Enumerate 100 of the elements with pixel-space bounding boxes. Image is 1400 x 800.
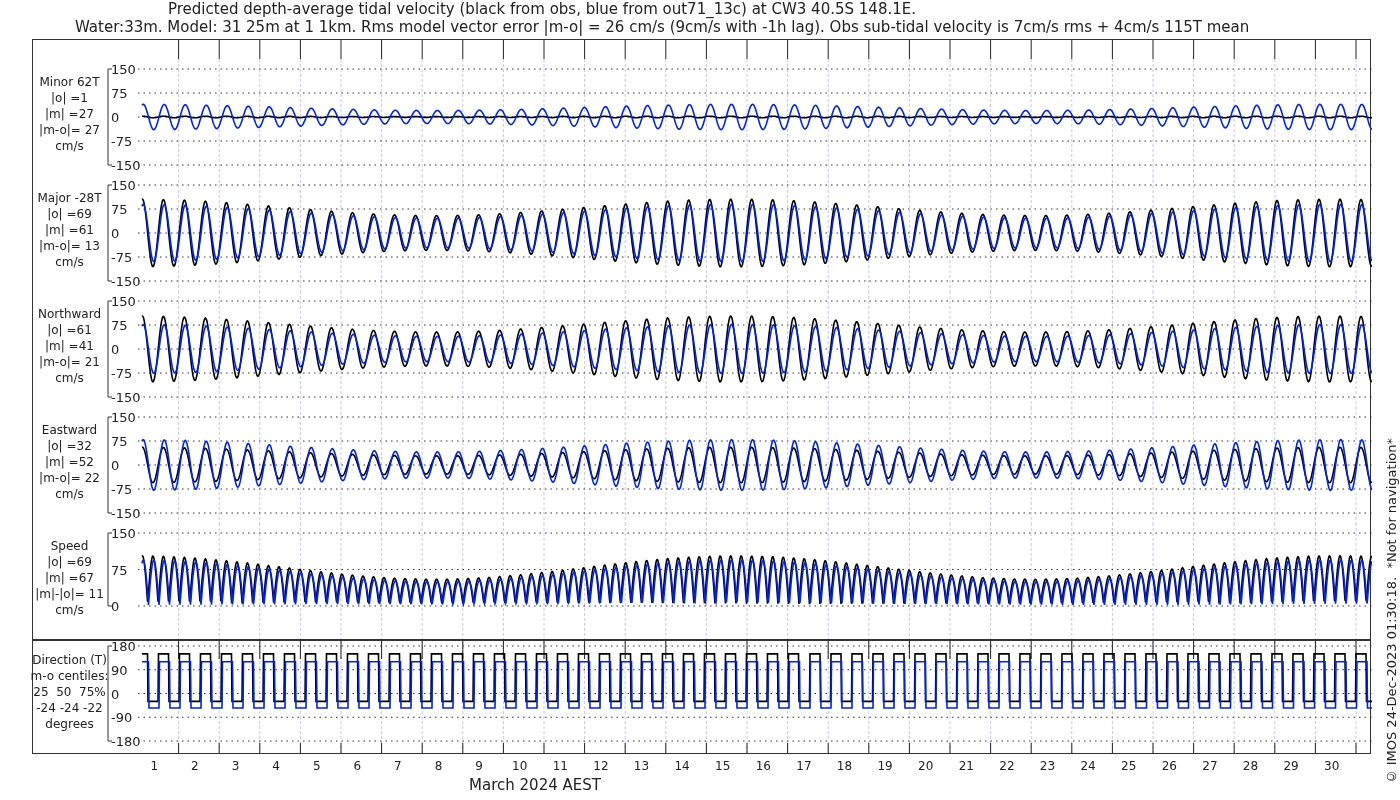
x-tick-mark (827, 742, 829, 753)
x-tick-mark (949, 40, 951, 59)
x-tick-mark (908, 742, 910, 753)
y-tick-label: 0 (111, 342, 120, 357)
panel-stat-label: cm/s (55, 138, 84, 154)
y-tick-label: 75 (111, 562, 128, 578)
x-tick-mark (462, 40, 464, 59)
y-tick-label: -180 (111, 734, 141, 749)
x-tick-mark (908, 40, 910, 59)
x-tick-label: 9 (475, 759, 483, 773)
x-tick-mark (299, 742, 301, 753)
x-tick-label: 30 (1324, 759, 1340, 773)
chart-subtitle: Water:33m. Model: 31 25m at 1 1km. Rms model vector error |m-o| = 26 cm/s (9cm/s with -1h lag). Obs sub-tidal velocity is 7cm/s rms + 4cm/s 115T mean (74, 18, 1251, 36)
x-tick-mark (1071, 40, 1073, 59)
x-tick-mark (502, 641, 504, 660)
panel-stat-label: cm/s (55, 602, 84, 618)
x-tick-mark (1071, 742, 1073, 753)
x-tick-label: 26 (1161, 759, 1177, 773)
x-tick-label: 11 (552, 759, 568, 773)
x-tick-label: 6 (353, 759, 362, 773)
panel-stat-label: degrees (45, 716, 94, 732)
y-tick-label: 0 (111, 458, 120, 473)
x-tick-label: 1 (150, 759, 159, 773)
x-tick-mark (990, 742, 992, 753)
y-tick-label: -150 (111, 390, 141, 405)
chart-title: Predicted depth-average tidal velocity (black from obs, blue from out71_13c) at CW3 40.5S 148.1E. (167, 0, 917, 18)
x-tick-mark (543, 641, 545, 660)
x-tick-mark (705, 641, 707, 660)
x-tick-mark (340, 742, 342, 753)
x-tick-mark (665, 40, 667, 59)
x-tick-mark (1233, 742, 1235, 753)
x-tick-mark (624, 641, 626, 660)
x-tick-mark (1355, 40, 1357, 59)
y-tick-label: 150 (111, 178, 136, 193)
x-tick-label: 25 (1121, 759, 1137, 773)
x-tick-mark (340, 641, 342, 660)
panel-stat-label: cm/s (55, 254, 84, 270)
x-tick-label: 24 (1080, 759, 1096, 773)
x-tick-mark (990, 641, 992, 660)
x-tick-mark (908, 641, 910, 660)
panel-stat-label: |m-o|= 13 (39, 238, 100, 254)
x-tick-mark (868, 641, 870, 660)
x-tick-label: 28 (1242, 759, 1259, 773)
x-tick-label: 17 (796, 759, 812, 773)
x-tick-mark (462, 742, 464, 753)
x-tick-mark (299, 641, 301, 660)
x-tick-mark (381, 641, 383, 660)
x-tick-mark (584, 742, 586, 753)
x-tick-label: 15 (715, 759, 731, 773)
x-tick-mark (1233, 641, 1235, 660)
panel-stat-label: |o| =69 (47, 554, 92, 570)
x-tick-mark (1030, 40, 1032, 59)
x-tick-mark (949, 641, 951, 660)
x-tick-mark (1274, 742, 1276, 753)
x-tick-mark (381, 742, 383, 753)
x-tick-mark (705, 40, 707, 59)
x-tick-label: 13 (633, 759, 650, 773)
x-tick-mark (502, 742, 504, 753)
y-tick-label: 75 (111, 86, 128, 101)
x-axis-label: March 2024 AEST (469, 776, 601, 794)
panel-stat-label: |m| =67 (45, 570, 94, 586)
x-tick-mark (299, 40, 301, 59)
x-tick-mark (1152, 641, 1154, 660)
x-tick-mark (1274, 40, 1276, 59)
x-tick-mark (381, 40, 383, 59)
y-tick-label: 150 (111, 62, 136, 77)
y-tick-label: -150 (111, 158, 141, 173)
y-tick-label: 0 (111, 599, 120, 614)
x-tick-mark (543, 742, 545, 753)
x-tick-label: 21 (958, 759, 974, 773)
x-tick-mark (949, 742, 951, 753)
x-tick-mark (746, 641, 748, 660)
x-tick-label: 19 (877, 759, 893, 773)
x-tick-mark (1111, 742, 1113, 753)
x-tick-mark (665, 742, 667, 753)
y-tick-label: -75 (111, 250, 133, 265)
x-tick-mark (421, 641, 423, 660)
x-tick-mark (705, 742, 707, 753)
y-tick-label: -75 (111, 482, 133, 497)
y-tick-label: -75 (111, 134, 133, 149)
panel-stat-label: Minor 62T (39, 74, 100, 90)
x-tick-mark (1233, 40, 1235, 59)
panel-stat-label: |o| =69 (47, 206, 92, 222)
panel-stat-label: cm/s (55, 370, 84, 386)
y-tick-label: 150 (111, 526, 136, 541)
panel-stat-label: |o| =1 (51, 90, 88, 106)
y-tick-label: 150 (111, 294, 136, 309)
x-tick-mark (218, 641, 220, 660)
panel-stat-label: Major -28T (37, 190, 102, 206)
x-tick-mark (1030, 641, 1032, 660)
panel-stat-label: |m-o|= 22 (39, 470, 100, 486)
x-tick-label: 16 (755, 759, 771, 773)
x-tick-mark (259, 742, 261, 753)
x-tick-mark (259, 40, 261, 59)
x-tick-mark (1314, 742, 1316, 753)
x-tick-label: 20 (918, 759, 934, 773)
x-tick-mark (624, 40, 626, 59)
x-tick-mark (218, 40, 220, 59)
x-tick-mark (746, 742, 748, 753)
x-tick-label: 7 (394, 759, 402, 773)
